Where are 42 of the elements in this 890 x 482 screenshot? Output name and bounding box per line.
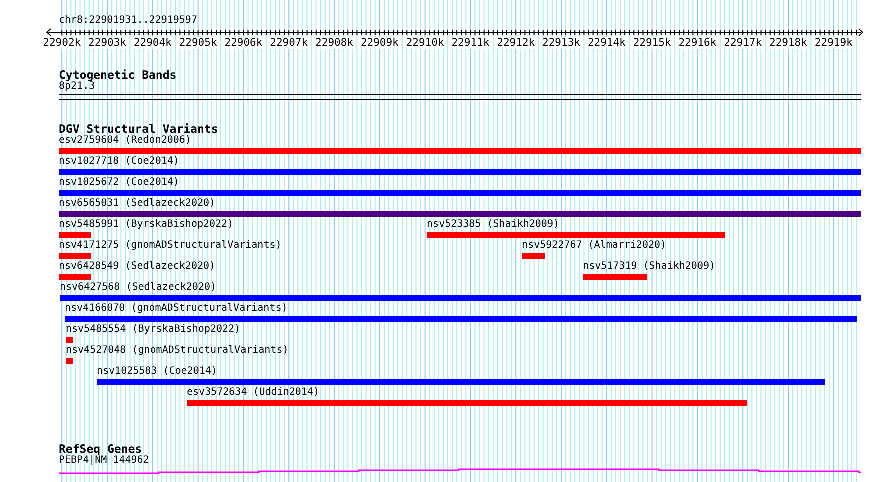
ruler-tick-label: 22907k <box>270 37 308 49</box>
variant-label: nsv5485554 (ByrskaBishop2022) <box>66 324 241 336</box>
ruler-tick-label: 22902k <box>43 37 82 49</box>
variant-label: esv2759604 (Redon2006) <box>59 135 192 147</box>
track-title: DGV Structural Variants <box>59 123 218 135</box>
variant-label: nsv5922767 (Almarri2020) <box>522 240 667 252</box>
ruler-tick-label: 22908k <box>316 37 354 49</box>
ruler-tick-label: 22918k <box>770 37 808 49</box>
gene-line[interactable] <box>59 468 861 474</box>
ruler-tick-label: 22919k <box>814 37 853 49</box>
variant-label: nsv517319 (Shaikh2009) <box>583 261 716 273</box>
ruler-tick-label: 22916k <box>678 37 717 49</box>
variant-label: nsv1025672 (Coe2014) <box>59 177 180 189</box>
ruler-tick-label: 22904k <box>134 37 172 49</box>
band-label: 8p21.3 <box>59 81 96 93</box>
ruler-tick-label: 22909k <box>360 37 399 49</box>
variant-label: nsv523385 (Shaikh2009) <box>427 219 560 231</box>
variant-label: nsv6427568 (Sedlazeck2020) <box>60 282 217 294</box>
variant-bar[interactable] <box>522 253 546 259</box>
variant-label: nsv4171275 (gnomADStructuralVariants) <box>59 240 282 252</box>
ruler-tick-label: 22906k <box>224 37 263 49</box>
variant-label: esv3572634 (Uddin2014) <box>187 387 320 399</box>
variant-label: nsv6565031 (Sedlazeck2020) <box>59 198 216 210</box>
ruler-tick-label: 22903k <box>88 37 126 49</box>
ruler-tick-label: 22915k <box>633 37 672 49</box>
track-title: RefSeq Genes <box>59 443 142 455</box>
ruler-tick-label: 22914k <box>588 37 626 49</box>
variant-label: nsv1025583 (Coe2014) <box>96 366 218 378</box>
ruler-tick-label: 22911k <box>452 37 490 49</box>
ruler-tick-label: 22910k <box>406 37 444 49</box>
ruler-tick-label: 22917k <box>724 37 762 49</box>
ruler-tick-label: 22905k <box>179 37 218 49</box>
ruler-tick-label: 22912k <box>497 37 536 49</box>
track-title: Cytogenetic Bands <box>59 69 177 81</box>
variant-label: nsv6428549 (Sedlazeck2020) <box>59 261 216 273</box>
variant-label: nsv1027718 (Coe2014) <box>59 156 180 168</box>
variant-label: nsv4527048 (gnomADStructuralVariants) <box>66 345 289 357</box>
location-label: chr8:22901931..22919597 <box>59 15 198 27</box>
variant-label: nsv4166070 (gnomADStructuralVariants) <box>64 303 288 315</box>
variant-label: nsv5485991 (ByrskaBishop2022) <box>59 219 234 231</box>
gene-label: PEBP4|NM_144962 <box>59 455 150 467</box>
ruler-tick-label: 22913k <box>542 37 580 49</box>
